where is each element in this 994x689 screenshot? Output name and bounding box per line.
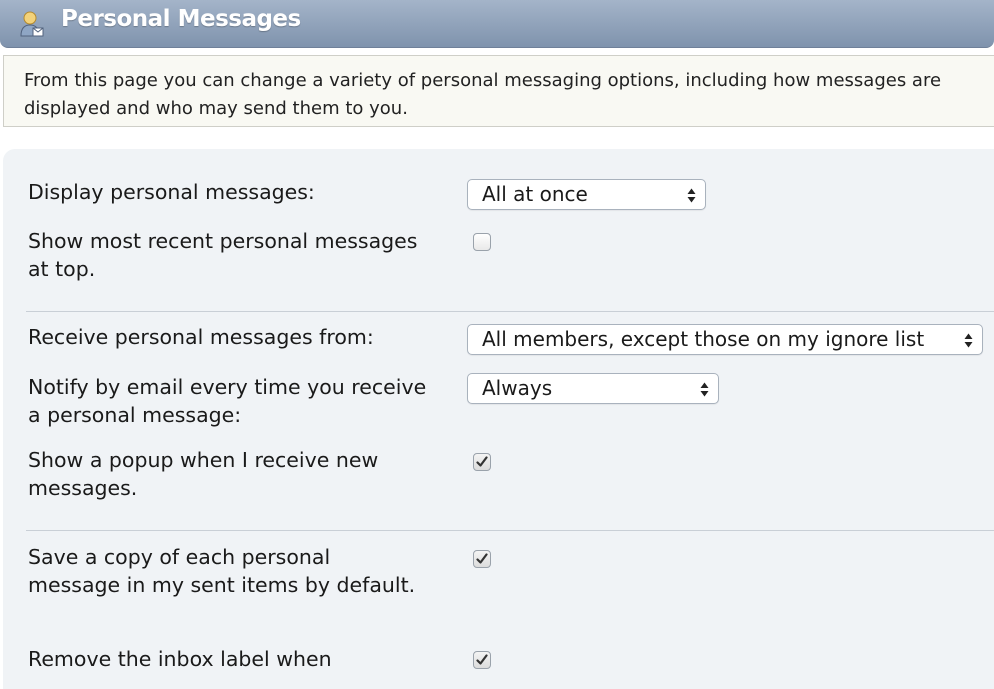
remove-inbox-checkbox[interactable] (473, 651, 491, 669)
popup-checkbox[interactable] (473, 453, 491, 471)
select-arrows-icon (700, 382, 709, 397)
section-divider (26, 530, 994, 531)
checkmark-icon (476, 553, 488, 564)
notify-email-value: Always (482, 376, 553, 400)
select-arrows-icon (687, 188, 696, 203)
save-copy-label: Save a copy of each personal message in … (28, 545, 416, 597)
notify-email-select[interactable]: Always (467, 373, 719, 404)
save-copy-checkbox[interactable] (473, 550, 491, 568)
receive-from-value: All members, except those on my ignore l… (482, 327, 925, 351)
display-messages-label: Display personal messages: (28, 180, 315, 204)
section-divider (26, 311, 994, 312)
notify-email-label: Notify by email every time you receive a… (28, 375, 427, 427)
page-header: Personal Messages (0, 0, 994, 48)
description-box: From this page you can change a variety … (3, 55, 994, 127)
recent-top-checkbox[interactable] (473, 233, 491, 251)
checkmark-icon (476, 456, 488, 467)
recent-top-label: Show most recent personal messages at to… (28, 229, 418, 281)
receive-from-label: Receive personal messages from: (28, 325, 374, 349)
display-messages-value: All at once (482, 182, 588, 206)
popup-label: Show a popup when I receive new messages… (28, 448, 379, 500)
description-text: From this page you can change a variety … (24, 70, 942, 119)
page-title: Personal Messages (61, 6, 301, 32)
receive-from-select[interactable]: All members, except those on my ignore l… (467, 324, 983, 355)
user-messages-icon (20, 11, 44, 37)
checkmark-icon (476, 654, 488, 665)
select-arrows-icon (964, 333, 973, 348)
remove-inbox-label: Remove the inbox label when (28, 647, 332, 671)
display-messages-select[interactable]: All at once (467, 179, 706, 210)
